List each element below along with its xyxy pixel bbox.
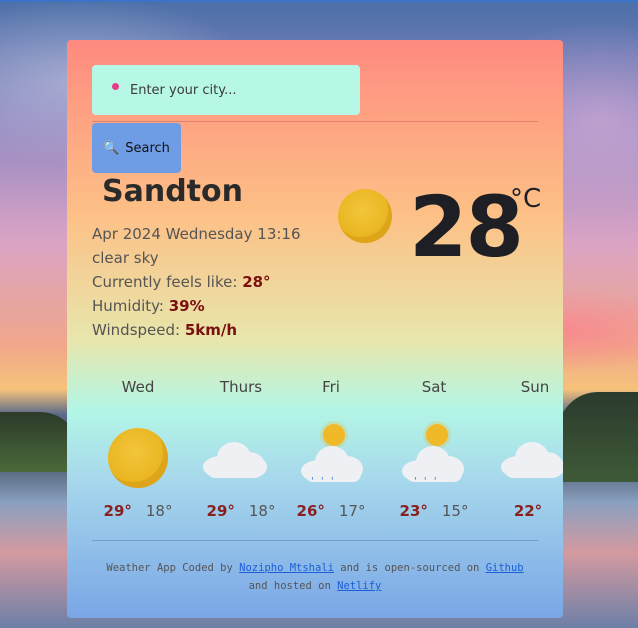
current-datetime: Apr 2024 Wednesday 13:16: [92, 225, 301, 243]
footer-text: and is open-sourced on: [333, 562, 486, 574]
forecast-day-name: Fri: [322, 378, 340, 396]
divider: [92, 121, 538, 122]
forecast-day: Wed 29° 18°: [88, 378, 188, 520]
weather-card: Enter your city... 🔍 Search Sandton Apr …: [67, 40, 563, 618]
cloud-icon: [485, 420, 563, 488]
forecast-min: 18°: [145, 502, 173, 520]
humidity-label: Humidity:: [92, 297, 169, 315]
forecast-day-name: Thurs: [219, 378, 263, 396]
search-input[interactable]: Enter your city...: [92, 65, 360, 115]
search-button[interactable]: 🔍 Search: [92, 123, 181, 173]
footer-text: and hosted on: [248, 580, 338, 592]
sun-cloud-rain-icon: ' ' ': [384, 420, 484, 488]
author-link[interactable]: Nozipho Mtshali: [239, 562, 334, 574]
current-details: Apr 2024 Wednesday 13:16 clear sky Curre…: [92, 222, 301, 342]
forecast-day: Sat ' ' ' 23° 15°: [384, 378, 484, 520]
sun-icon: [338, 189, 392, 243]
magnifier-icon: 🔍: [103, 140, 120, 156]
city-name: Sandton: [102, 174, 243, 209]
forecast-day: Thurs 29° 18°: [191, 378, 291, 520]
forecast-min: 17°: [338, 502, 366, 520]
feels-like-label: Currently feels like:: [92, 273, 243, 291]
windspeed-value: 5km/h: [184, 321, 238, 339]
forecast-day: Sun 22°: [485, 378, 563, 520]
forecast-max: 29°: [103, 502, 132, 520]
windspeed-label: Windspeed:: [92, 321, 185, 339]
humidity: Humidity: 39%: [92, 294, 301, 318]
forecast-max: 29°: [206, 502, 235, 520]
forecast-day: Fri ' ' ' 26° 17°: [281, 378, 381, 520]
sun-cloud-rain-icon: ' ' ': [281, 420, 381, 488]
forecast-max: 23°: [399, 502, 428, 520]
forecast-max: 26°: [296, 502, 325, 520]
feels-like-value: 28°: [242, 273, 271, 291]
forecast-day-name: Sat: [421, 378, 447, 396]
location-pin-icon: [112, 83, 119, 90]
forecast-max: 22°: [513, 502, 543, 520]
divider: [92, 540, 538, 541]
forecast-day-name: Sun: [520, 378, 550, 396]
sun-icon: [88, 420, 188, 488]
temperature-unit: °C: [510, 184, 542, 214]
forecast-min: 15°: [441, 502, 469, 520]
forecast: Wed 29° 18° Thurs 29° 18° Fri ' ' ' 26° 17°…: [67, 378, 563, 528]
footer: Weather App Coded by Nozipho Mtshali and…: [67, 559, 563, 595]
netlify-link[interactable]: Netlify: [337, 580, 381, 592]
cloud-icon: [191, 420, 291, 488]
humidity-value: 39%: [168, 297, 205, 315]
forecast-day-name: Wed: [121, 378, 155, 396]
windspeed: Windspeed: 5km/h: [92, 318, 301, 342]
feels-like: Currently feels like: 28°: [92, 270, 301, 294]
current-temperature: 28: [409, 178, 524, 276]
search-placeholder: Enter your city...: [130, 82, 237, 98]
forecast-min: 18°: [248, 502, 276, 520]
footer-text: Weather App Coded by: [106, 562, 240, 574]
background-hills-right: [558, 392, 638, 482]
search-button-label: Search: [125, 140, 170, 156]
github-link[interactable]: Github: [486, 562, 524, 574]
current-description: clear sky: [92, 249, 159, 267]
